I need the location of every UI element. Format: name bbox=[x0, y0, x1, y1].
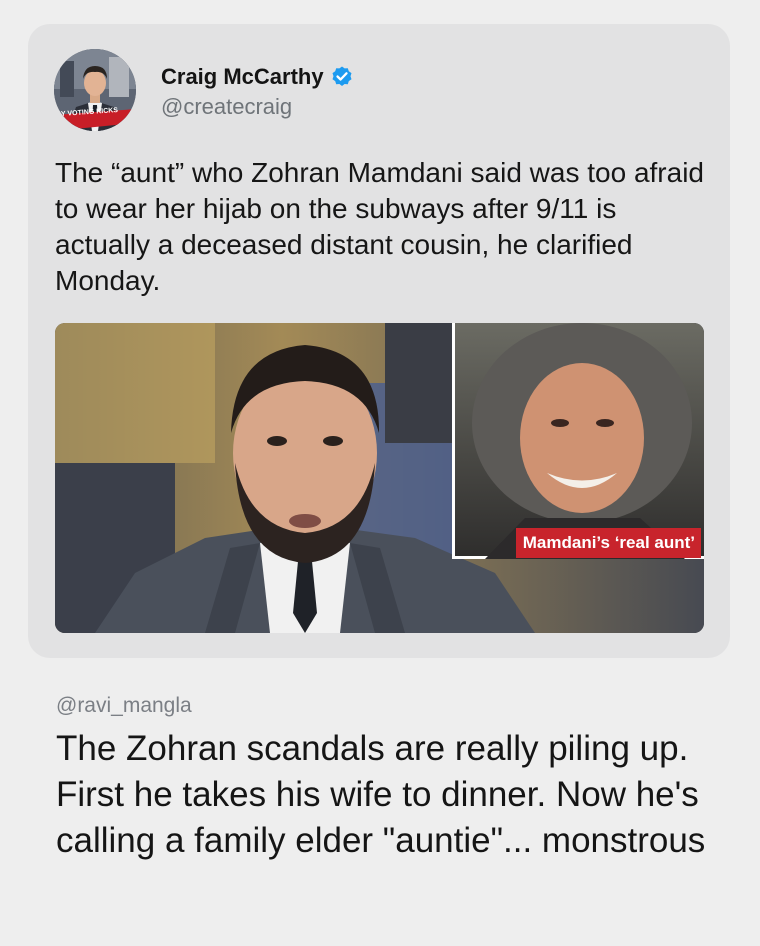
inset-caption: Mamdani’s ‘real aunt’ bbox=[515, 528, 701, 558]
tweet-text: The “aunt” who Zohran Mamdani said was t… bbox=[55, 157, 704, 296]
author-name[interactable]: Craig McCarthy bbox=[161, 64, 324, 90]
reply-text: The Zohran scandals are really piling up… bbox=[56, 729, 706, 860]
verified-badge-icon bbox=[330, 65, 354, 89]
quoted-tweet-card[interactable]: Y VOTING KICKS Craig McCarthy @createcra… bbox=[28, 24, 730, 658]
author-handle[interactable]: @createcraig bbox=[161, 94, 292, 120]
author-avatar[interactable]: Y VOTING KICKS bbox=[54, 49, 136, 131]
author-name-row[interactable]: Craig McCarthy bbox=[161, 64, 354, 90]
reply-author-handle[interactable]: @ravi_mangla bbox=[56, 694, 192, 718]
tweet-media-image[interactable]: Mamdani’s ‘real aunt’ bbox=[55, 323, 704, 633]
